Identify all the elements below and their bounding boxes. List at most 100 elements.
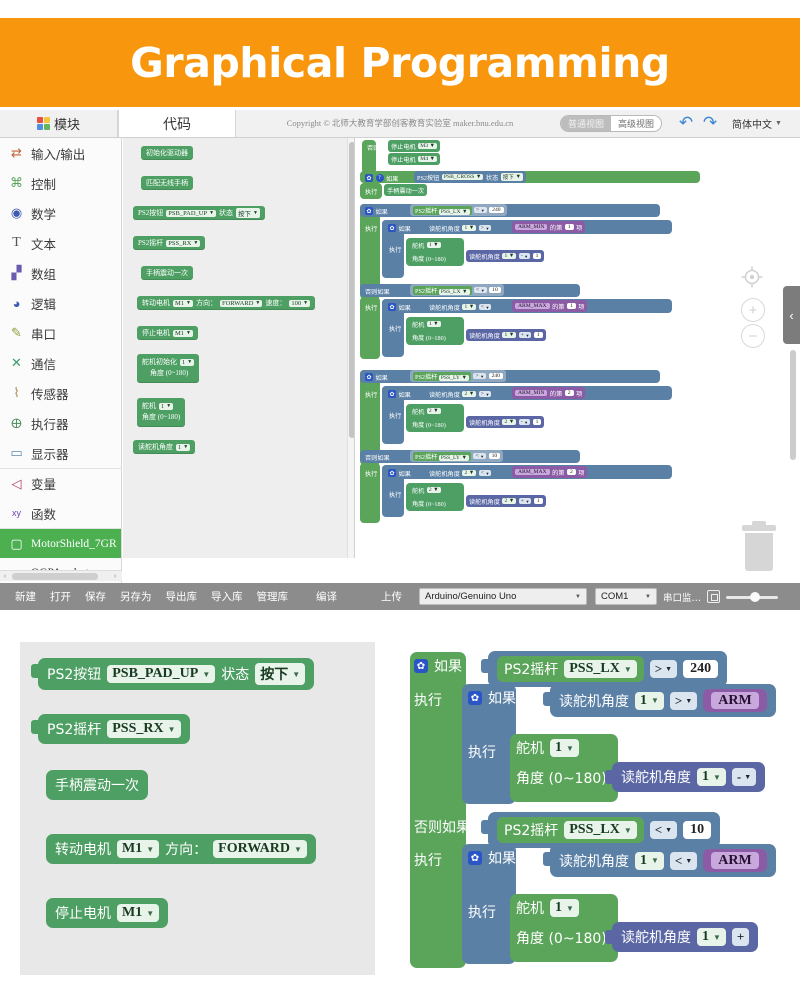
palette-block-ps2-button[interactable]: PS2按钮 PSB_PAD_UP ▼ 状态 按下 ▼ <box>133 206 265 220</box>
dropdown-direction[interactable]: FORWARD ▼ <box>213 840 307 858</box>
value-index[interactable]: 2 <box>566 469 576 475</box>
mag-arm-variable[interactable]: ARM <box>703 689 767 712</box>
value-10[interactable]: 10 <box>488 453 501 459</box>
sidebar-item-control[interactable]: ⌘ 控制 <box>0 168 121 198</box>
palette-block-ps2-stick[interactable]: PS2摇杆 PSS_RX ▼ <box>133 236 206 250</box>
import-library-button[interactable]: 导入库 <box>204 589 250 604</box>
sidebar-item-actuator[interactable]: 🜨 执行器 <box>0 408 121 438</box>
workspace-vscrollbar[interactable] <box>790 350 796 460</box>
gear-icon[interactable]: ✿ <box>388 469 396 477</box>
dropdown-servo[interactable]: 1 ▼ <box>426 242 441 248</box>
dropdown-pss-lx[interactable]: PSS_LX ▼ <box>438 208 470 215</box>
dropdown-operator-plus[interactable]: + <box>731 928 750 946</box>
port-select[interactable]: COM1 ▼ <box>595 588 657 605</box>
dropdown-motor[interactable]: M3 ▼ <box>418 143 438 149</box>
dropdown-servo[interactable]: 1 ▼ <box>550 899 579 917</box>
dropdown-pss-lx[interactable]: PSS_LX ▼ <box>438 288 470 295</box>
dropdown-state[interactable]: 按下 ▼ <box>255 663 306 685</box>
palette-block-servo[interactable]: 舵机 1 ▼ 角度 (0~180) <box>137 398 186 427</box>
gear-icon[interactable]: ✿ <box>388 224 396 232</box>
dropdown-operator-lt[interactable]: < ▼ <box>478 304 492 310</box>
dropdown-servo[interactable]: 1 ▼ <box>550 739 579 757</box>
block-compare-lx-gt-240[interactable]: PS2摇杆 PSS_LX ▼ > ▼ 240 <box>410 204 507 216</box>
block-compare-ly-gt-240[interactable]: PS2摇杆 PSS_LY ▼ > ▼ 240 <box>410 370 506 382</box>
block-read-servo-1[interactable]: 读舵机角度 1 ▼ > ▼ <box>426 222 495 234</box>
dropdown-motor[interactable]: M1 ▼ <box>117 840 160 858</box>
view-advanced-button[interactable]: 高级视图 <box>611 116 662 131</box>
zoom-in-button[interactable]: + <box>741 298 765 322</box>
save-as-button[interactable]: 另存为 <box>113 589 159 604</box>
block-vibrate[interactable]: 手柄震动一次 <box>384 184 428 196</box>
zoom-out-button[interactable]: − <box>741 324 765 348</box>
dropdown-servo[interactable]: 1 ▼ <box>502 332 517 338</box>
block-compare-lx-lt-10[interactable]: PS2摇杆 PSS_LX ▼ < ▼ 10 <box>410 284 504 296</box>
variable-arm-max[interactable]: ARM_MAX <box>515 469 550 475</box>
mag-compare-lx-10[interactable]: PS2摇杆 PSS_LX ▼ < ▼ 10 <box>481 812 721 848</box>
dropdown-motor[interactable]: M1 ▼ <box>173 329 193 337</box>
block-if-lx-header[interactable] <box>360 204 660 217</box>
value-1[interactable]: 1 <box>533 332 543 338</box>
dropdown-operator-gt[interactable]: > ▼ <box>669 691 698 710</box>
block-if-cross-header[interactable] <box>360 171 700 183</box>
mag-block-ps2-stick[interactable]: PS2摇杆 PSS_RX ▼ <box>31 714 190 744</box>
block-read-servo-2-lt[interactable]: 读舵机角度 2 ▼ < ▼ <box>426 467 495 479</box>
palette-block-init-driver[interactable]: 初始化驱动器 <box>141 146 193 160</box>
redo-arrow-icon[interactable]: ↷ <box>700 113 720 133</box>
slider-knob[interactable] <box>750 591 761 602</box>
dropdown-operator-minus[interactable]: - ▼ <box>518 419 531 425</box>
dropdown-servo[interactable]: 1 ▼ <box>462 225 477 231</box>
dropdown-state[interactable]: 按下 ▼ <box>500 173 524 181</box>
mag-read-servo-plus[interactable]: 读舵机角度 1 ▼ + <box>605 922 759 952</box>
variable-arm-min[interactable]: ARM_MIN <box>515 224 548 230</box>
block-read-servo2-plus[interactable]: 读舵机角度 2 ▼ + ▼ 1 <box>466 495 546 507</box>
block-ps2-stick[interactable]: PS2摇杆 PSS_LY ▼ <box>413 451 471 461</box>
block-read-servo-minus[interactable]: 读舵机角度 1 ▼ - ▼ 1 <box>466 250 545 262</box>
collapse-panel-button[interactable]: ‹ <box>783 286 800 344</box>
sidebar-item-comm[interactable]: ✕ 通信 <box>0 348 121 378</box>
block-ps2-stick[interactable]: PS2摇杆 PSS_LX ▼ <box>413 285 472 295</box>
compile-button[interactable]: 编译 <box>309 589 344 604</box>
block-if-ly-header[interactable] <box>360 370 660 383</box>
dropdown-operator-lt[interactable]: < ▼ <box>649 821 678 839</box>
sidebar-item-display[interactable]: ▭ 显示器 <box>0 438 121 468</box>
sidebar-hscrollbar[interactable]: ‹ › <box>0 570 122 581</box>
value-index[interactable]: 1 <box>564 224 574 230</box>
gear-icon[interactable]: ✿ <box>365 373 373 381</box>
gear-icon[interactable]: ✿ <box>365 174 373 182</box>
dropdown-motor[interactable]: M1 ▼ <box>117 904 160 922</box>
serial-monitor-button[interactable]: 串口监… <box>657 590 707 604</box>
block-palette[interactable]: 初始化驱动器 匹配无线手柄 PS2按钮 PSB_PAD_UP ▼ 状态 按下 ▼ P… <box>123 138 355 558</box>
dropdown-pss-lx[interactable]: PSS_LX ▼ <box>564 660 637 678</box>
dropdown-operator-plus[interactable]: + ▼ <box>518 498 532 504</box>
gear-icon[interactable]: ✿ <box>388 303 396 311</box>
value-240[interactable]: 240 <box>488 373 503 379</box>
mag-block-ps2-button[interactable]: PS2按钮 PSB_PAD_UP ▼ 状态 按下 ▼ <box>31 658 315 690</box>
dropdown-operator-lt[interactable]: < ▼ <box>478 470 492 476</box>
dropdown-servo[interactable]: 2 ▼ <box>462 391 477 397</box>
dropdown-operator-gt[interactable]: > ▼ <box>649 660 678 678</box>
tab-code[interactable]: 代码 <box>118 110 236 137</box>
gear-icon[interactable]: ✿ <box>414 659 428 673</box>
value-index[interactable]: 1 <box>566 303 576 309</box>
mag-ps2-stick[interactable]: PS2摇杆 PSS_LX ▼ <box>497 817 644 843</box>
block-arm-min-item-2[interactable]: ARM_MIN 的第 2 项 <box>512 387 586 399</box>
new-button[interactable]: 新建 <box>8 589 43 604</box>
dropdown-servo[interactable]: 1 ▼ <box>180 358 195 366</box>
sidebar-item-serial[interactable]: ✎ 串口 <box>0 318 121 348</box>
palette-vscrollbar[interactable] <box>347 138 354 558</box>
dropdown-pss-rx[interactable]: PSS_RX ▼ <box>107 720 181 738</box>
dropdown-servo[interactable]: 1 ▼ <box>176 443 191 451</box>
dropdown-speed[interactable]: 100 ▼ <box>289 299 311 307</box>
sidebar-item-sensor[interactable]: ⌇ 传感器 <box>0 378 121 408</box>
help-icon[interactable]: ? <box>375 174 384 182</box>
gear-icon[interactable]: ✿ <box>365 207 373 215</box>
view-normal-button[interactable]: 普通视图 <box>561 116 612 131</box>
mag-block-run-motor[interactable]: 转动电机 M1 ▼ 方向： FORWARD ▼ <box>46 834 316 864</box>
dropdown-servo[interactable]: 1 ▼ <box>426 321 441 327</box>
gear-icon[interactable]: ✿ <box>388 390 396 398</box>
dropdown-servo[interactable]: 1 ▼ <box>635 691 664 710</box>
board-select[interactable]: Arduino/Genuino Uno ▼ <box>419 588 587 605</box>
dropdown-servo[interactable]: 2 ▼ <box>426 487 441 493</box>
dropdown-psb-pad-up[interactable]: PSB_PAD_UP ▼ <box>107 665 216 683</box>
variable-arm-max[interactable]: ARM_MAX <box>515 303 550 309</box>
